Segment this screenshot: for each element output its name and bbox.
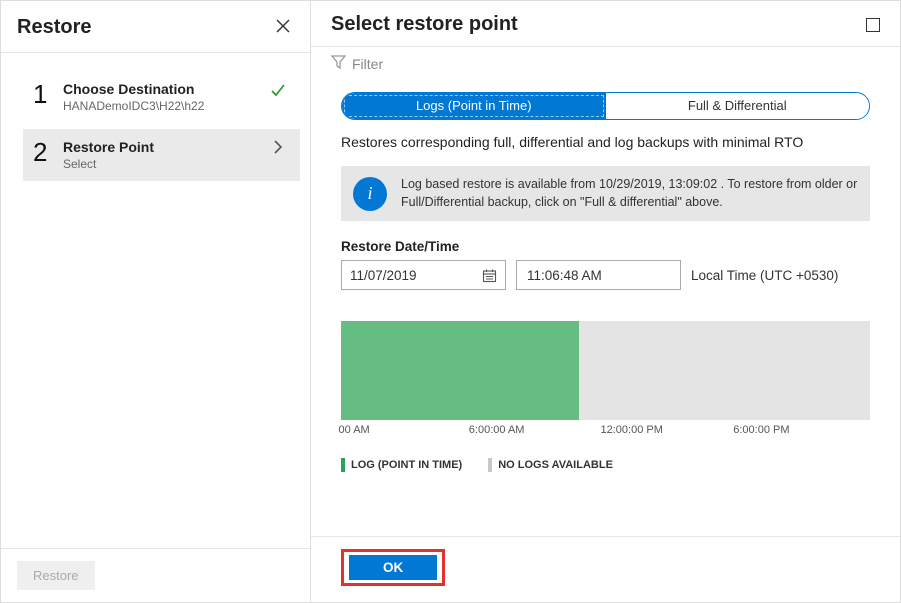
timezone-label: Local Time (UTC +0530) <box>691 268 838 283</box>
left-panel-title: Restore <box>17 16 91 39</box>
time-value: 11:06:48 AM <box>527 268 602 283</box>
step-restore-point[interactable]: 2 Restore Point Select <box>23 129 300 181</box>
chevron-right-icon <box>266 139 290 155</box>
info-text: Log based restore is available from 10/2… <box>401 176 858 211</box>
calendar-icon[interactable] <box>482 268 497 283</box>
filter-icon <box>331 55 346 72</box>
info-icon: i <box>353 177 387 211</box>
legend-swatch-green <box>341 458 345 472</box>
timeline-unavailable-segment <box>579 321 870 420</box>
axis-tick: 6:00:00 AM <box>469 424 525 436</box>
step-subtext: Select <box>63 157 266 171</box>
step-title: Choose Destination <box>63 81 266 97</box>
timeline-axis: 00 AM 6:00:00 AM 12:00:00 PM 6:00:00 PM <box>341 424 870 450</box>
close-icon[interactable] <box>272 13 294 42</box>
tab-full-differential[interactable]: Full & Differential <box>606 93 870 119</box>
checkmark-icon <box>266 81 290 99</box>
log-availability-timeline[interactable]: 00 AM 6:00:00 AM 12:00:00 PM 6:00:00 PM … <box>341 320 870 472</box>
restore-description: Restores corresponding full, differentia… <box>341 134 870 150</box>
axis-tick: 6:00:00 PM <box>733 424 789 436</box>
ok-button-highlight: OK <box>341 549 445 586</box>
restore-time-input[interactable]: 11:06:48 AM <box>516 260 681 290</box>
tab-logs-point-in-time[interactable]: Logs (Point in Time) <box>342 93 606 119</box>
timeline-legend: LOG (POINT IN TIME) NO LOGS AVAILABLE <box>341 458 870 472</box>
step-choose-destination[interactable]: 1 Choose Destination HANADemoIDC3\H22\h2… <box>23 71 300 123</box>
legend-swatch-grey <box>488 458 492 472</box>
maximize-icon[interactable] <box>866 18 880 32</box>
restore-button[interactable]: Restore <box>17 561 95 590</box>
restore-wizard-panel: Restore 1 Choose Destination HANADemoIDC… <box>1 1 311 602</box>
restore-date-input[interactable]: 11/07/2019 <box>341 260 506 290</box>
axis-tick: 12:00:00 PM <box>601 424 663 436</box>
axis-tick: 00 AM <box>339 424 370 436</box>
ok-button[interactable]: OK <box>349 555 437 580</box>
legend-log-available: LOG (POINT IN TIME) <box>341 458 462 472</box>
step-number: 2 <box>33 139 63 165</box>
step-number: 1 <box>33 81 63 107</box>
date-value: 11/07/2019 <box>350 268 417 283</box>
filter-label: Filter <box>352 56 383 72</box>
restore-type-tabs: Logs (Point in Time) Full & Differential <box>341 92 870 120</box>
right-panel-title: Select restore point <box>331 13 518 36</box>
select-restore-point-panel: Select restore point Filter Logs (Point … <box>311 1 900 602</box>
timeline-available-segment <box>341 321 579 420</box>
legend-no-logs: NO LOGS AVAILABLE <box>488 458 613 472</box>
filter-button[interactable]: Filter <box>311 47 900 84</box>
step-title: Restore Point <box>63 139 266 155</box>
step-subtext: HANADemoIDC3\H22\h22 <box>63 99 266 113</box>
datetime-label: Restore Date/Time <box>341 239 870 254</box>
info-banner: i Log based restore is available from 10… <box>341 166 870 221</box>
